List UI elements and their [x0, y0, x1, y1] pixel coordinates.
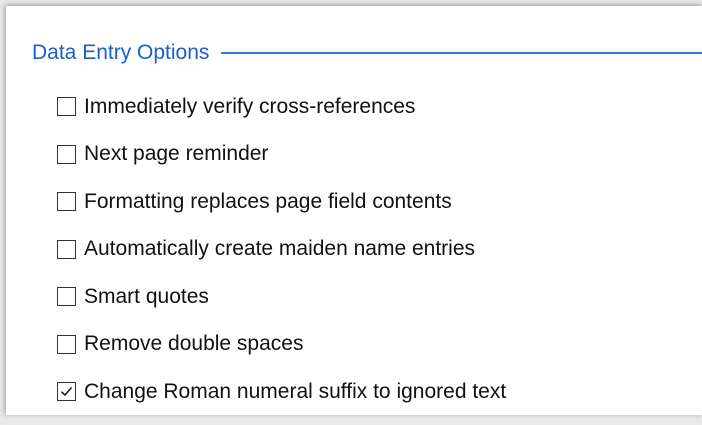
checkbox-checked[interactable]	[57, 382, 76, 401]
option-label: Immediately verify cross-references	[84, 94, 416, 118]
group-title: Data Entry Options	[32, 41, 210, 64]
option-maiden-name-entries[interactable]: Automatically create maiden name entries	[57, 235, 697, 264]
option-label: Remove double spaces	[84, 332, 304, 355]
option-smart-quotes[interactable]: Smart quotes	[57, 282, 697, 311]
option-next-page-reminder[interactable]: Next page reminder	[57, 140, 697, 169]
checkmark-icon	[60, 386, 73, 397]
checkbox[interactable]	[57, 334, 76, 354]
checkbox[interactable]	[57, 97, 76, 116]
options-panel: Data Entry Options Immediately verify cr…	[6, 6, 702, 415]
option-roman-numeral-suffix[interactable]: Change Roman numeral suffix to ignored t…	[57, 377, 697, 406]
group-divider	[221, 52, 702, 54]
option-verify-cross-references[interactable]: Immediately verify cross-references	[57, 92, 697, 121]
checkbox[interactable]	[57, 192, 76, 211]
checkbox[interactable]	[57, 239, 76, 259]
checkbox[interactable]	[57, 144, 76, 164]
options-list: Immediately verify cross-references Next…	[57, 92, 697, 425]
option-label: Next page reminder	[84, 142, 269, 165]
group-header: Data Entry Options	[32, 38, 702, 68]
checkbox[interactable]	[57, 287, 76, 306]
option-label: Smart quotes	[84, 284, 209, 308]
option-label: Formatting replaces page field contents	[84, 189, 452, 213]
option-label: Change Roman numeral suffix to ignored t…	[84, 379, 507, 403]
option-formatting-replaces[interactable]: Formatting replaces page field contents	[57, 187, 697, 216]
option-label: Automatically create maiden name entries	[84, 237, 476, 260]
option-remove-double-spaces[interactable]: Remove double spaces	[57, 330, 697, 359]
